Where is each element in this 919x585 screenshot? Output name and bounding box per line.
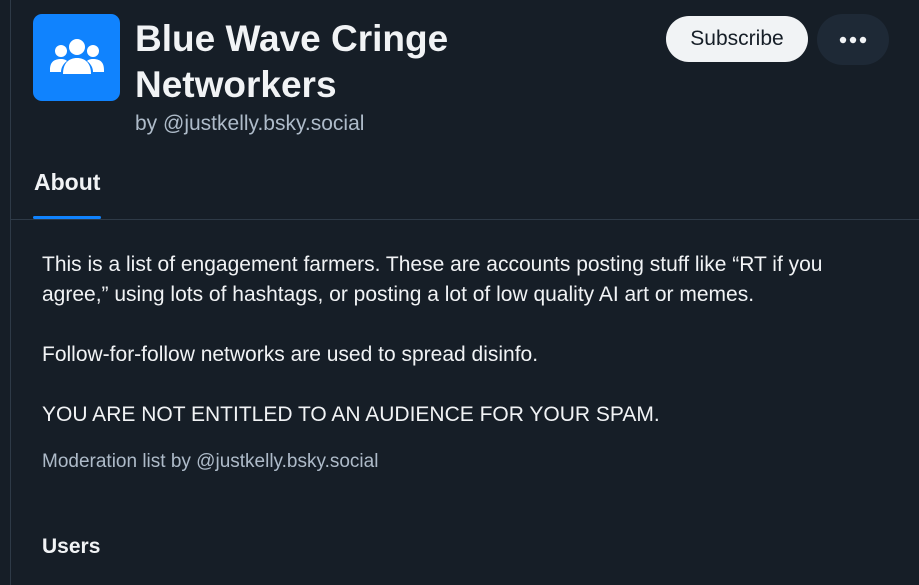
list-page: Blue Wave Cringe Networkers by @justkell… bbox=[10, 0, 919, 585]
tab-bar: About bbox=[11, 150, 919, 220]
list-byline[interactable]: by @justkelly.bsky.social bbox=[135, 110, 364, 138]
users-section-title: Users bbox=[42, 535, 101, 558]
about-section: This is a list of engagement farmers. Th… bbox=[42, 250, 892, 476]
moderation-list-credit[interactable]: Moderation list by @justkelly.bsky.socia… bbox=[42, 448, 892, 476]
description-paragraph: Follow-for-follow networks are used to s… bbox=[42, 343, 539, 366]
description-paragraph: YOU ARE NOT ENTITLED TO AN AUDIENCE FOR … bbox=[42, 403, 660, 426]
description-paragraph: This is a list of engagement farmers. Th… bbox=[42, 253, 823, 306]
people-group-icon bbox=[49, 38, 104, 74]
more-options-button[interactable] bbox=[817, 14, 889, 65]
subscribe-button[interactable]: Subscribe bbox=[666, 16, 808, 62]
active-tab-indicator bbox=[33, 216, 102, 219]
list-avatar bbox=[33, 14, 120, 101]
list-header: Blue Wave Cringe Networkers by @justkell… bbox=[11, 0, 919, 220]
more-horizontal-icon bbox=[839, 36, 867, 43]
list-title: Blue Wave Cringe Networkers bbox=[135, 18, 449, 105]
tab-about-label: About bbox=[34, 169, 101, 195]
tab-about[interactable]: About bbox=[33, 166, 102, 219]
